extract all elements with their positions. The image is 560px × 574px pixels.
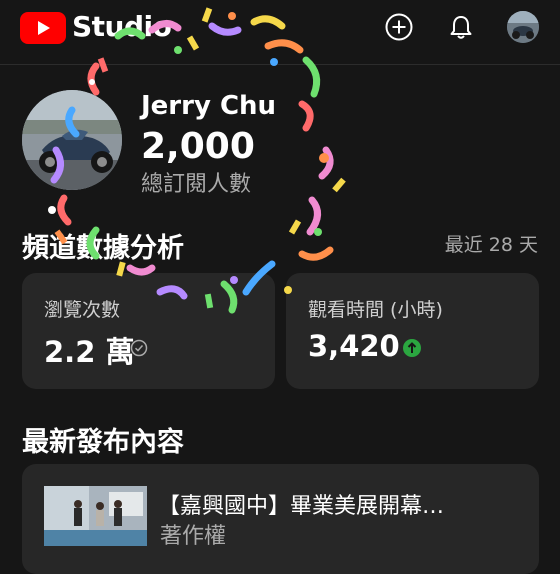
watch-time-card[interactable]: 觀看時間 (小時) 3,420: [286, 273, 539, 389]
video-thumbnail[interactable]: [44, 486, 147, 546]
youtube-logo-icon[interactable]: [20, 12, 66, 44]
subscriber-label: 總訂閱人數: [141, 172, 252, 197]
views-value: 2.2 萬: [44, 335, 135, 369]
account-avatar[interactable]: [507, 11, 539, 43]
motorcycle-photo-icon: [22, 90, 122, 190]
bell-icon[interactable]: [446, 12, 476, 42]
header-divider: [0, 64, 560, 65]
copyright-label: 著作權: [160, 524, 227, 549]
motorcycle-photo-icon: [507, 11, 539, 43]
video-title[interactable]: 【嘉興國中】畢業美展開幕…: [158, 488, 526, 520]
views-card[interactable]: 瀏覽次數 2.2 萬: [22, 273, 275, 389]
views-label: 瀏覽次數: [44, 299, 121, 321]
top-app-bar: Studio: [0, 0, 560, 58]
watch-time-value: 3,420: [308, 329, 400, 363]
check-circle-icon: [130, 339, 148, 357]
analytics-period: 最近 28 天: [444, 234, 538, 256]
video-thumbnail-image: [44, 486, 147, 546]
analytics-heading: 頻道數據分析: [22, 233, 184, 264]
arrow-up-green-icon: [403, 339, 421, 357]
latest-content-heading: 最新發布內容: [22, 427, 184, 458]
channel-name: Jerry Chu: [141, 91, 277, 121]
studio-wordmark: Studio: [72, 10, 172, 43]
latest-video-card[interactable]: 【嘉興國中】畢業美展開幕… 著作權: [22, 464, 539, 574]
subscriber-count: 2,000: [141, 126, 255, 167]
create-plus-icon[interactable]: [384, 12, 414, 42]
channel-avatar[interactable]: [22, 90, 122, 190]
watch-time-label: 觀看時間 (小時): [308, 299, 443, 321]
